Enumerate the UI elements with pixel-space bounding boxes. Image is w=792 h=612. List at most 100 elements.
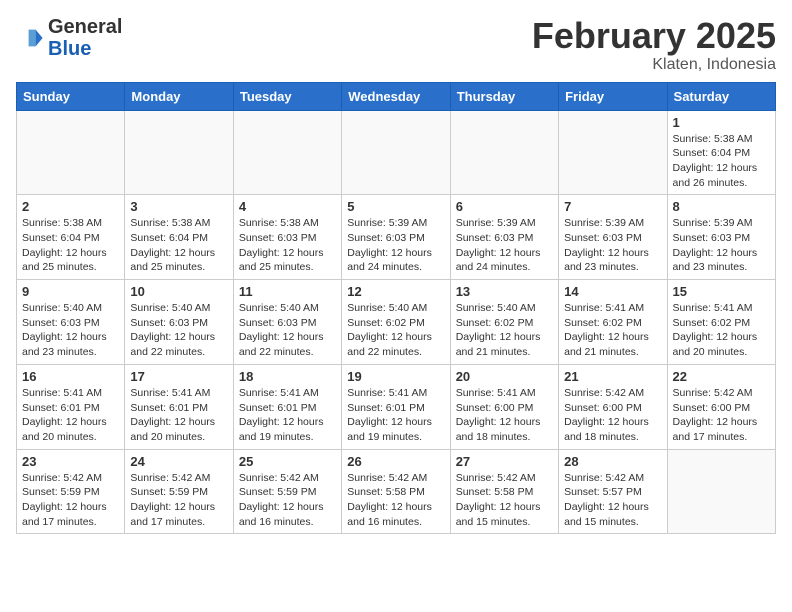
day-info: Sunrise: 5:39 AM Sunset: 6:03 PM Dayligh… [564, 216, 661, 275]
day-number: 12 [347, 284, 444, 299]
calendar-cell: 8 Sunrise: 5:39 AM Sunset: 6:03 PM Daylig… [667, 195, 775, 280]
calendar-cell: 23 Sunrise: 5:42 AM Sunset: 5:59 PM Dayli… [17, 449, 125, 534]
day-number: 13 [456, 284, 553, 299]
day-number: 3 [130, 199, 227, 214]
day-info: Sunrise: 5:41 AM Sunset: 6:01 PM Dayligh… [347, 386, 444, 445]
calendar-cell: 5Sunrise: 5:39 AM Sunset: 6:03 PM Daylig… [342, 195, 450, 280]
day-number: 26 [347, 454, 444, 469]
calendar-cell [125, 110, 233, 195]
day-info: Sunrise: 5:38 AM Sunset: 6:04 PM Dayligh… [130, 216, 227, 275]
logo-blue: Blue [48, 38, 91, 60]
day-number: 25 [239, 454, 336, 469]
calendar-cell: 4Sunrise: 5:38 AM Sunset: 6:03 PM Daylig… [233, 195, 341, 280]
day-info: Sunrise: 5:42 AM Sunset: 5:59 PM Dayligh… [130, 471, 227, 530]
day-number: 1 [673, 115, 770, 130]
day-info: Sunrise: 5:41 AM Sunset: 6:02 PM Dayligh… [564, 301, 661, 360]
day-info: Sunrise: 5:40 AM Sunset: 6:03 PM Dayligh… [239, 301, 336, 360]
month-title: February 2025 [532, 16, 776, 56]
day-info: Sunrise: 5:38 AM Sunset: 6:04 PM Dayligh… [22, 216, 119, 275]
calendar-cell [559, 110, 667, 195]
day-number: 16 [22, 369, 119, 384]
calendar-cell: 15 Sunrise: 5:41 AM Sunset: 6:02 PM Dayli… [667, 280, 775, 365]
calendar-table: Sunday Monday Tuesday Wednesday Thursday… [16, 82, 776, 535]
header-wednesday: Wednesday [342, 82, 450, 110]
week-row-5: 23 Sunrise: 5:42 AM Sunset: 5:59 PM Dayli… [17, 449, 776, 534]
page-header: General Blue February 2025 Klaten, Indon… [16, 16, 776, 74]
day-number: 20 [456, 369, 553, 384]
day-info: Sunrise: 5:42 AM Sunset: 5:58 PM Dayligh… [456, 471, 553, 530]
calendar-cell: 3 Sunrise: 5:38 AM Sunset: 6:04 PM Daylig… [125, 195, 233, 280]
day-info: Sunrise: 5:42 AM Sunset: 6:00 PM Dayligh… [673, 386, 770, 445]
header-friday: Friday [559, 82, 667, 110]
day-info: Sunrise: 5:38 AM Sunset: 6:04 PM Dayligh… [673, 132, 770, 191]
day-info: Sunrise: 5:40 AM Sunset: 6:03 PM Dayligh… [22, 301, 119, 360]
calendar-cell: 19 Sunrise: 5:41 AM Sunset: 6:01 PM Dayli… [342, 364, 450, 449]
calendar-cell: 1 Sunrise: 5:38 AM Sunset: 6:04 PM Daylig… [667, 110, 775, 195]
header-monday: Monday [125, 82, 233, 110]
week-row-4: 16 Sunrise: 5:41 AM Sunset: 6:01 PM Dayli… [17, 364, 776, 449]
week-row-3: 9 Sunrise: 5:40 AM Sunset: 6:03 PM Daylig… [17, 280, 776, 365]
title-block: February 2025 Klaten, Indonesia [532, 16, 776, 74]
day-number: 23 [22, 454, 119, 469]
calendar-cell: 13 Sunrise: 5:40 AM Sunset: 6:02 PM Dayli… [450, 280, 558, 365]
day-number: 10 [130, 284, 227, 299]
day-info: Sunrise: 5:42 AM Sunset: 5:57 PM Dayligh… [564, 471, 661, 530]
day-number: 27 [456, 454, 553, 469]
calendar-cell: 27 Sunrise: 5:42 AM Sunset: 5:58 PM Dayli… [450, 449, 558, 534]
calendar-cell: 6 Sunrise: 5:39 AM Sunset: 6:03 PM Daylig… [450, 195, 558, 280]
location: Klaten, Indonesia [532, 56, 776, 74]
day-info: Sunrise: 5:41 AM Sunset: 6:00 PM Dayligh… [456, 386, 553, 445]
calendar-cell: 16 Sunrise: 5:41 AM Sunset: 6:01 PM Dayli… [17, 364, 125, 449]
calendar-cell: 25Sunrise: 5:42 AM Sunset: 5:59 PM Dayli… [233, 449, 341, 534]
calendar-cell: 24 Sunrise: 5:42 AM Sunset: 5:59 PM Dayli… [125, 449, 233, 534]
weekday-header-row: Sunday Monday Tuesday Wednesday Thursday… [17, 82, 776, 110]
calendar-cell: 22 Sunrise: 5:42 AM Sunset: 6:00 PM Dayli… [667, 364, 775, 449]
day-number: 8 [673, 199, 770, 214]
day-info: Sunrise: 5:40 AM Sunset: 6:03 PM Dayligh… [130, 301, 227, 360]
day-info: Sunrise: 5:39 AM Sunset: 6:03 PM Dayligh… [347, 216, 444, 275]
day-info: Sunrise: 5:39 AM Sunset: 6:03 PM Dayligh… [456, 216, 553, 275]
day-number: 11 [239, 284, 336, 299]
header-saturday: Saturday [667, 82, 775, 110]
header-thursday: Thursday [450, 82, 558, 110]
day-number: 24 [130, 454, 227, 469]
week-row-1: 1 Sunrise: 5:38 AM Sunset: 6:04 PM Daylig… [17, 110, 776, 195]
day-info: Sunrise: 5:40 AM Sunset: 6:02 PM Dayligh… [347, 301, 444, 360]
calendar-cell: 17 Sunrise: 5:41 AM Sunset: 6:01 PM Dayli… [125, 364, 233, 449]
calendar-cell: 9 Sunrise: 5:40 AM Sunset: 6:03 PM Daylig… [17, 280, 125, 365]
day-number: 17 [130, 369, 227, 384]
logo-text: General Blue [48, 16, 122, 60]
calendar-cell: 20 Sunrise: 5:41 AM Sunset: 6:00 PM Dayli… [450, 364, 558, 449]
calendar-cell [450, 110, 558, 195]
day-number: 28 [564, 454, 661, 469]
day-info: Sunrise: 5:42 AM Sunset: 6:00 PM Dayligh… [564, 386, 661, 445]
day-number: 22 [673, 369, 770, 384]
day-number: 6 [456, 199, 553, 214]
week-row-2: 2Sunrise: 5:38 AM Sunset: 6:04 PM Daylig… [17, 195, 776, 280]
day-info: Sunrise: 5:40 AM Sunset: 6:02 PM Dayligh… [456, 301, 553, 360]
day-number: 15 [673, 284, 770, 299]
day-info: Sunrise: 5:41 AM Sunset: 6:01 PM Dayligh… [22, 386, 119, 445]
day-number: 7 [564, 199, 661, 214]
day-info: Sunrise: 5:42 AM Sunset: 5:58 PM Dayligh… [347, 471, 444, 530]
day-info: Sunrise: 5:41 AM Sunset: 6:01 PM Dayligh… [130, 386, 227, 445]
day-info: Sunrise: 5:42 AM Sunset: 5:59 PM Dayligh… [22, 471, 119, 530]
calendar-cell: 11 Sunrise: 5:40 AM Sunset: 6:03 PM Dayli… [233, 280, 341, 365]
day-info: Sunrise: 5:39 AM Sunset: 6:03 PM Dayligh… [673, 216, 770, 275]
calendar-cell: 14 Sunrise: 5:41 AM Sunset: 6:02 PM Dayli… [559, 280, 667, 365]
calendar-cell: 18Sunrise: 5:41 AM Sunset: 6:01 PM Dayli… [233, 364, 341, 449]
calendar-cell [667, 449, 775, 534]
logo-icon [16, 24, 44, 52]
day-number: 18 [239, 369, 336, 384]
calendar-cell: 12 Sunrise: 5:40 AM Sunset: 6:02 PM Dayli… [342, 280, 450, 365]
day-info: Sunrise: 5:41 AM Sunset: 6:02 PM Dayligh… [673, 301, 770, 360]
calendar-cell: 2Sunrise: 5:38 AM Sunset: 6:04 PM Daylig… [17, 195, 125, 280]
header-tuesday: Tuesday [233, 82, 341, 110]
logo-general: General [48, 16, 122, 38]
day-info: Sunrise: 5:38 AM Sunset: 6:03 PM Dayligh… [239, 216, 336, 275]
day-number: 14 [564, 284, 661, 299]
calendar-cell [17, 110, 125, 195]
calendar-cell: 7 Sunrise: 5:39 AM Sunset: 6:03 PM Daylig… [559, 195, 667, 280]
day-number: 19 [347, 369, 444, 384]
day-number: 9 [22, 284, 119, 299]
